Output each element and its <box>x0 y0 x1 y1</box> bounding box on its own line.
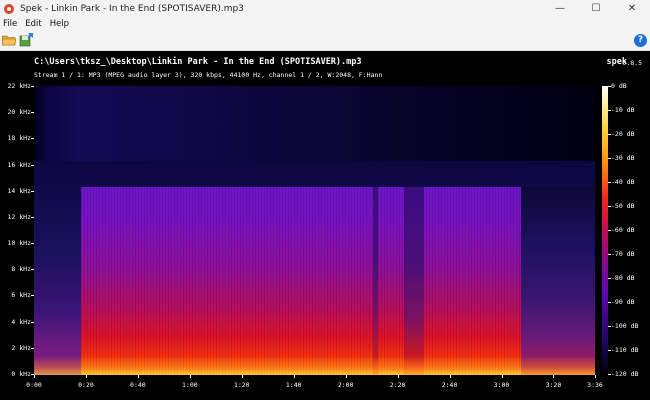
time-tick <box>397 375 399 378</box>
db-tick-label: -60 dB <box>611 226 635 234</box>
spectrogram-image <box>34 86 595 375</box>
spectrogram-view: C:\Users\tksz_\Desktop\Linkin Park - In … <box>0 51 650 400</box>
spectrogram-main-energy <box>81 187 521 375</box>
time-tick <box>34 375 35 378</box>
time-tick <box>345 375 347 378</box>
db-tick-label: -90 dB <box>611 298 635 306</box>
frequency-tick-label: 6 kHz <box>11 291 31 300</box>
db-tick-label: -50 dB <box>611 202 635 210</box>
frequency-tick-label: 14 kHz <box>7 186 31 195</box>
db-tick <box>608 374 611 375</box>
frequency-tick <box>31 243 34 245</box>
time-tick <box>241 375 243 378</box>
db-tick-label: -20 dB <box>611 130 635 138</box>
app-version: 0.8.5 <box>622 59 642 67</box>
db-tick <box>608 182 611 183</box>
time-tick-label: 1:20 <box>233 381 250 389</box>
spectrogram-quiet-section <box>373 187 378 375</box>
db-tick <box>608 110 611 111</box>
time-tick-label: 0:40 <box>130 381 146 389</box>
spectrogram-bass-band <box>34 356 595 375</box>
time-tick <box>595 375 596 378</box>
db-tick <box>608 86 611 87</box>
time-tick <box>449 375 451 378</box>
time-tick <box>501 375 503 378</box>
db-tick <box>608 326 611 327</box>
frequency-tick-label: 18 kHz <box>7 134 31 143</box>
frequency-tick-label: 16 kHz <box>7 160 31 169</box>
db-tick <box>608 158 611 159</box>
db-tick <box>608 350 611 351</box>
time-tick-label: 3:20 <box>545 381 562 389</box>
frequency-tick <box>31 86 34 87</box>
close-button[interactable]: ✕ <box>614 0 650 17</box>
open-folder-icon[interactable] <box>2 34 16 46</box>
time-tick-label: 0:20 <box>78 381 94 389</box>
db-tick-label: -100 dB <box>611 322 639 330</box>
time-tick <box>189 375 191 378</box>
db-tick-label: -80 dB <box>611 274 635 282</box>
frequency-tick-label: 0 kHz <box>11 370 31 378</box>
frequency-tick-label: 8 kHz <box>11 265 31 274</box>
spectrogram-quiet-section <box>404 187 424 375</box>
time-tick-label: 2:40 <box>441 381 458 389</box>
db-tick <box>608 254 611 255</box>
frequency-tick <box>31 321 34 323</box>
time-tick <box>293 375 295 378</box>
time-tick-label: 1:40 <box>285 381 302 389</box>
spek-app-icon <box>4 3 14 14</box>
help-icon[interactable]: ? <box>634 34 647 47</box>
maximize-button[interactable]: ☐ <box>578 0 614 17</box>
menu-help[interactable]: Help <box>47 19 74 29</box>
time-tick <box>85 375 87 378</box>
time-tick-label: 3:00 <box>493 381 510 389</box>
minimize-button[interactable]: — <box>542 0 578 17</box>
frequency-tick <box>31 138 34 140</box>
db-tick-label: -110 dB <box>611 346 639 354</box>
frequency-tick-label: 4 kHz <box>11 317 31 326</box>
frequency-tick <box>31 295 34 297</box>
toolbar: ? <box>0 31 650 51</box>
db-tick-label: -10 dB <box>611 106 635 114</box>
menu-edit[interactable]: Edit <box>22 19 46 29</box>
window-title: Spek - Linkin Park - In the End (SPOTISA… <box>20 3 244 14</box>
time-tick-label: 1:00 <box>182 381 198 389</box>
time-tick <box>553 375 555 378</box>
menu-bar: File Edit Help <box>0 17 650 31</box>
db-tick <box>608 278 611 279</box>
frequency-tick-label: 12 kHz <box>7 212 31 221</box>
window-controls: — ☐ ✕ <box>542 0 650 17</box>
file-path: C:\Users\tksz_\Desktop\Linkin Park - In … <box>34 57 362 67</box>
db-tick-label: 0 dB <box>611 82 627 90</box>
time-tick <box>137 375 139 378</box>
db-tick <box>608 134 611 135</box>
frequency-tick <box>31 216 34 218</box>
time-tick-label: 2:00 <box>337 381 354 389</box>
frequency-tick <box>31 164 34 166</box>
frequency-tick-label: 22 kHz <box>7 82 31 90</box>
db-tick <box>608 230 611 231</box>
time-tick-label: 0:00 <box>26 381 42 389</box>
db-tick-label: -70 dB <box>611 250 635 258</box>
frequency-tick-label: 20 kHz <box>7 108 31 117</box>
db-tick <box>608 206 611 207</box>
frequency-tick-label: 2 kHz <box>11 343 31 352</box>
frequency-tick <box>31 347 34 349</box>
db-tick-label: -30 dB <box>611 154 635 162</box>
time-tick-label: 3:36 <box>587 381 603 389</box>
frequency-tick-label: 10 kHz <box>7 239 31 248</box>
db-tick <box>608 302 611 303</box>
title-bar: Spek - Linkin Park - In the End (SPOTISA… <box>0 0 650 17</box>
frequency-tick <box>31 190 34 192</box>
menu-file[interactable]: File <box>0 19 22 29</box>
save-icon[interactable] <box>19 33 33 47</box>
stream-info: Stream 1 / 1: MP3 (MPEG audio layer 3), … <box>34 71 383 79</box>
db-tick-label: -40 dB <box>611 178 635 186</box>
time-tick-label: 2:20 <box>389 381 406 389</box>
spectrogram-fade-out <box>521 187 595 375</box>
frequency-tick <box>31 112 34 114</box>
db-tick-label: -120 dB <box>611 370 639 378</box>
frequency-tick <box>31 269 34 271</box>
